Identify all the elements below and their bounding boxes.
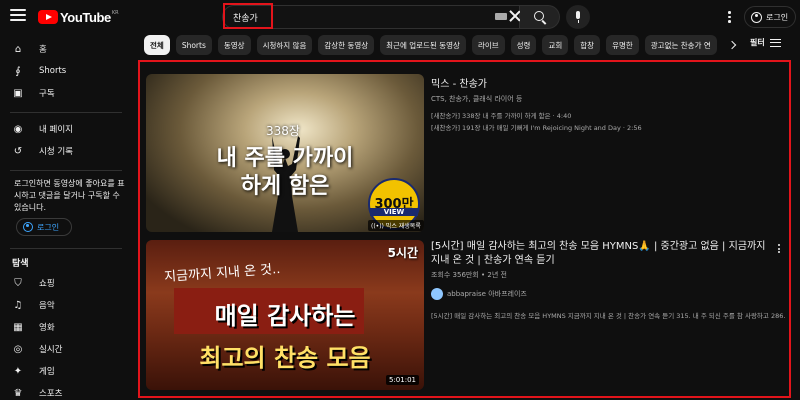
chevron-right-icon[interactable] xyxy=(728,40,736,50)
chip-choir[interactable]: 합창 xyxy=(574,35,601,55)
video-thumbnail[interactable]: 338장 내 주를 가까이 하게 함은 300만 VIEW ((•)) 믹스 재… xyxy=(146,74,424,232)
result-item-video[interactable]: 5시간 지금까지 지내 온 것.. 매일 감사하는 최고의 찬송 모음 5:01… xyxy=(146,240,786,392)
sidebar-login-button[interactable]: 로그인 xyxy=(16,218,72,236)
sidebar-divider xyxy=(10,248,122,249)
chip-church[interactable]: 교회 xyxy=(542,35,569,55)
channel-avatar xyxy=(431,288,443,300)
youtube-logo[interactable]: YouTube KR xyxy=(38,9,119,25)
chip-holy-spirit[interactable]: 성령 xyxy=(510,35,537,55)
video-description: [5시간] 매일 감사하는 최고의 찬송 모음 HYMNS 지금까지 지내 온 … xyxy=(431,312,786,320)
microphone-icon xyxy=(576,11,580,19)
thumbnail-hymn-number: 338장 xyxy=(266,124,300,138)
sidebar-item-history[interactable]: ↺ 시청 기록 xyxy=(0,140,130,162)
thumbnail-duration-tag: 5시간 xyxy=(387,246,418,260)
filter-chips-bar: 전체 Shorts 동영상 시청하지 않음 감상한 동영상 최근에 업로드된 동… xyxy=(144,35,744,57)
keyboard-icon[interactable] xyxy=(495,13,507,20)
sidebar-divider xyxy=(10,170,122,171)
user-circle-icon xyxy=(23,222,33,232)
login-prompt-text: 로그인하면 동영상에 좋아요를 표시하고 댓글을 달거나 구독할 수 있습니다. xyxy=(14,179,125,212)
chip-live[interactable]: 라이브 xyxy=(471,35,505,55)
chip-shorts[interactable]: Shorts xyxy=(175,35,212,55)
chip-watched[interactable]: 감상한 동영상 xyxy=(318,35,375,55)
top-header: YouTube KR 로그인 xyxy=(0,0,800,34)
home-icon: ⌂ xyxy=(14,43,22,55)
video-title[interactable]: 믹스 - 찬송가 xyxy=(431,78,771,92)
subscriptions-icon: ▣ xyxy=(13,87,23,99)
video-meta: 조회수 356만회 • 2년 전 xyxy=(431,271,507,279)
trophy-icon: ♛ xyxy=(13,387,23,399)
live-icon: ◎ xyxy=(13,343,23,355)
logo-text: YouTube xyxy=(60,9,111,25)
channel-link[interactable]: abbapraise 아바프레이즈 xyxy=(431,288,527,300)
explore-heading: 탐색 xyxy=(12,259,29,269)
playlist-entry[interactable]: [새찬송가] 338장 내 주를 가까이 하게 함은 · 4:40 xyxy=(431,110,571,120)
chip-ad-free-hymns[interactable]: 광고없는 찬송가 연 xyxy=(644,35,717,55)
sidebar-item-live[interactable]: ◎ 실시간 xyxy=(0,338,130,360)
sidebar: ⌂ 홈 ∮ Shorts ▣ 구독 ◉ 내 페이지 ↺ 시청 기록 로그인하면 … xyxy=(0,34,130,400)
video-meta: CTS, 찬송가, 클래식 라이어 등 xyxy=(431,95,523,103)
sidebar-item-sports[interactable]: ♛ 스포츠 xyxy=(0,382,130,400)
sidebar-item-home[interactable]: ⌂ 홈 xyxy=(0,38,130,60)
mix-playlist-tag: ((•)) 믹스 재생목록 xyxy=(368,220,424,231)
account-icon: ◉ xyxy=(13,123,23,135)
search-query-highlight xyxy=(223,3,273,29)
settings-kebab-icon[interactable] xyxy=(728,11,731,23)
voice-search-button[interactable] xyxy=(566,5,590,29)
shorts-icon: ∮ xyxy=(15,65,21,77)
sidebar-divider xyxy=(10,112,122,113)
history-icon: ↺ xyxy=(13,145,23,157)
sidebar-item-shopping[interactable]: ⛉ 쇼핑 xyxy=(0,272,130,294)
playlist-entry[interactable]: [새찬송가] 191장 내가 매일 기뻐게 I'm Rejoicing Nigh… xyxy=(431,122,642,132)
result-item-mix[interactable]: 338장 내 주를 가까이 하게 함은 300만 VIEW ((•)) 믹스 재… xyxy=(146,74,786,234)
hamburger-menu-icon[interactable] xyxy=(10,9,26,23)
user-circle-icon xyxy=(751,11,762,23)
chip-recently-uploaded[interactable]: 최근에 업로드된 동영상 xyxy=(380,35,466,55)
gaming-icon: ✦ xyxy=(13,365,23,377)
header-login-button[interactable]: 로그인 xyxy=(744,6,796,28)
filter-button[interactable]: 필터 xyxy=(750,37,781,48)
video-title[interactable]: [5시간] 매일 감사하는 최고의 찬송 모음 HYMNS🙏 | 중간광고 없음… xyxy=(431,240,771,268)
channel-name: abbapraise 아바프레이즈 xyxy=(447,290,527,298)
chip-all[interactable]: 전체 xyxy=(144,35,170,55)
chip-videos[interactable]: 동영상 xyxy=(217,35,251,55)
sidebar-item-movies[interactable]: ▦ 영화 xyxy=(0,316,130,338)
sidebar-item-subscriptions[interactable]: ▣ 구독 xyxy=(0,82,130,104)
video-duration: 5:01:01 xyxy=(386,375,419,385)
chip-unwatched[interactable]: 시청하지 않음 xyxy=(256,35,313,55)
sidebar-item-gaming[interactable]: ✦ 게임 xyxy=(0,360,130,382)
login-label: 로그인 xyxy=(766,12,789,22)
youtube-play-icon xyxy=(38,10,58,24)
music-icon: ♫ xyxy=(13,299,23,311)
sidebar-item-shorts[interactable]: ∮ Shorts xyxy=(0,60,130,82)
thumbnail-title-line: 최고의 찬송 모음 xyxy=(199,344,371,372)
sidebar-item-music[interactable]: ♫ 음악 xyxy=(0,294,130,316)
more-options-icon[interactable] xyxy=(778,244,781,254)
thumbnail-title-line: 매일 감사하는 xyxy=(214,302,356,330)
filter-sliders-icon xyxy=(769,38,781,48)
logo-country-code: KR xyxy=(111,9,119,16)
search-button[interactable] xyxy=(520,5,560,29)
movie-icon: ▦ xyxy=(13,321,23,333)
thumbnail-caption: 지금까지 지내 온 것.. xyxy=(163,261,281,286)
video-thumbnail[interactable]: 5시간 지금까지 지내 온 것.. 매일 감사하는 최고의 찬송 모음 5:01… xyxy=(146,240,424,390)
sidebar-item-my-page[interactable]: ◉ 내 페이지 xyxy=(0,118,130,140)
chip-famous[interactable]: 유명한 xyxy=(606,35,639,55)
shopping-icon: ⛉ xyxy=(14,277,22,289)
